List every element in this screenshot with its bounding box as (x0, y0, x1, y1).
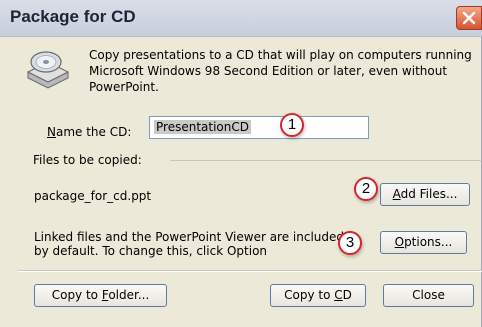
files-section-label: Files to be copied: (33, 153, 147, 167)
name-cd-label: Name the CD: (47, 125, 132, 139)
files-section-divider (170, 160, 482, 161)
footer-divider (18, 270, 482, 272)
window-title: Package for CD (10, 7, 136, 26)
copy-to-cd-button[interactable]: Copy to CD (270, 284, 366, 307)
callout-marker-2: 2 (354, 177, 378, 201)
cd-name-field[interactable]: PresentationCD (149, 116, 369, 139)
add-files-button[interactable]: Add Files... (380, 183, 470, 206)
cd-name-value[interactable]: PresentationCD (154, 120, 251, 134)
title-bar: Package for CD (0, 0, 482, 37)
file-list-item[interactable]: package_for_cd.ppt (34, 189, 151, 203)
close-button[interactable]: Close (383, 284, 474, 307)
intro-text: Copy presentations to a CD that will pla… (89, 48, 472, 94)
cd-drive-icon (26, 51, 70, 89)
linked-files-text: Linked files and the PowerPoint Viewer a… (34, 230, 345, 258)
close-window-button[interactable] (456, 6, 482, 30)
close-icon (462, 11, 476, 25)
copy-to-folder-button[interactable]: Copy to Folder... (34, 284, 167, 307)
package-for-cd-dialog: Package for CD Copy presentations to a C… (0, 0, 482, 327)
callout-marker-1: 1 (280, 113, 304, 137)
options-button[interactable]: Options... (380, 231, 467, 254)
callout-marker-3: 3 (338, 231, 362, 255)
